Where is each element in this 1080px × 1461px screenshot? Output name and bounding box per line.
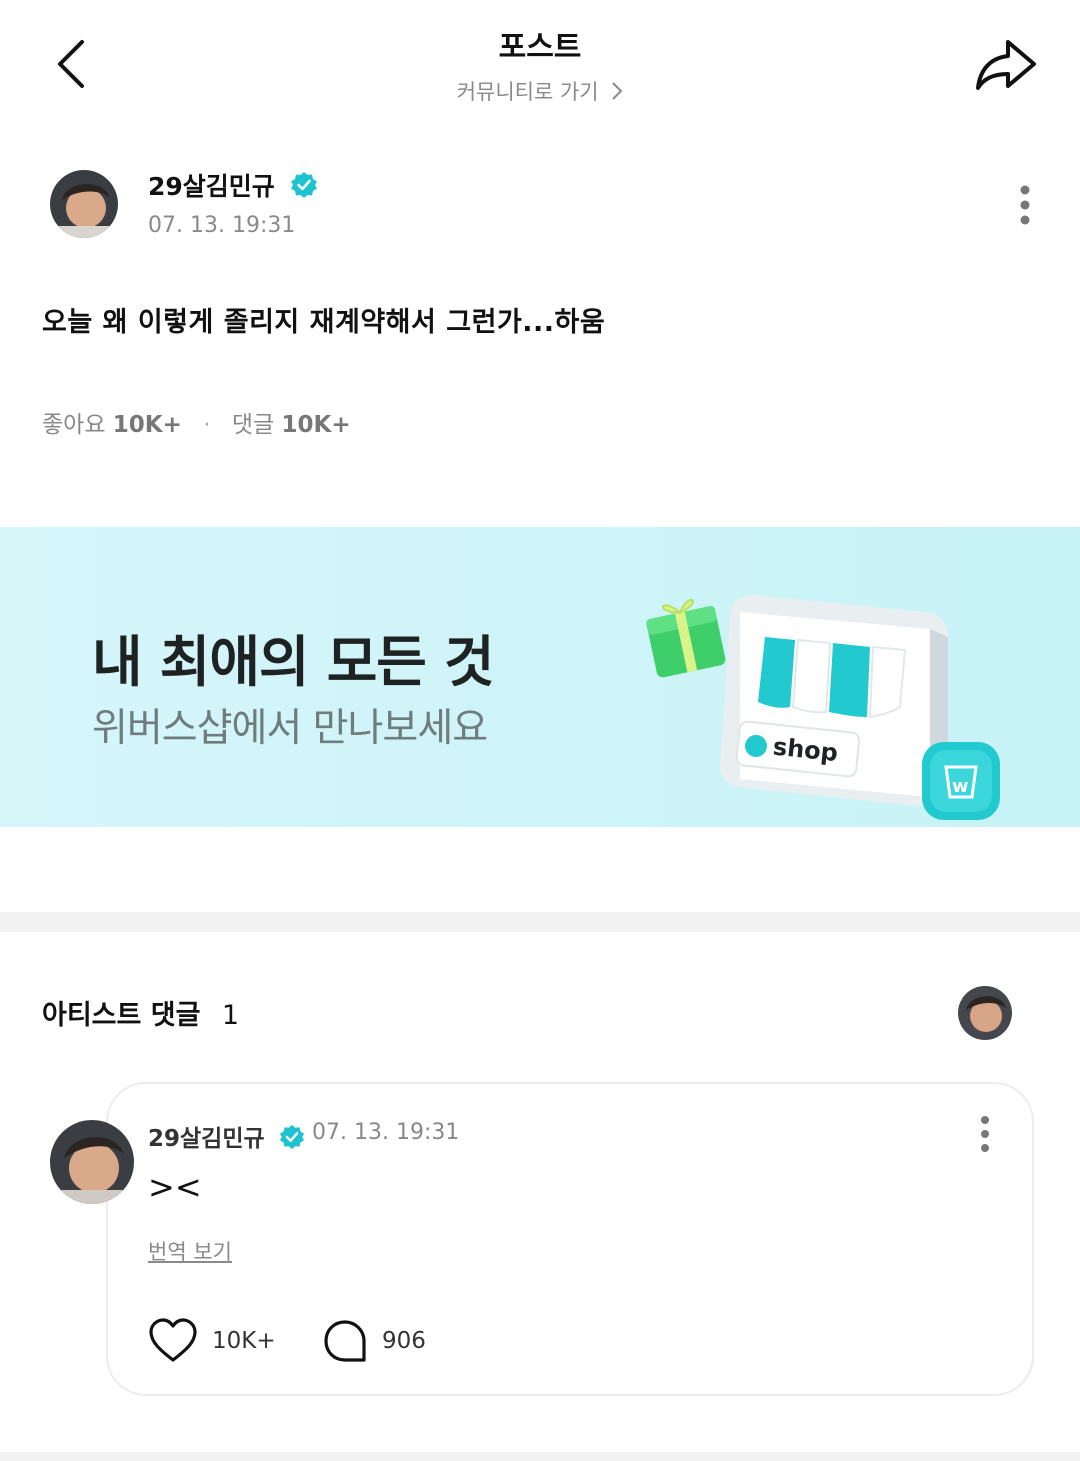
likes-label: 좋아요 [42,412,106,438]
comment-author[interactable]: 29살김민규 [148,1119,305,1156]
author-name-text: 29살김민규 [148,172,275,201]
share-button[interactable] [972,34,1042,94]
banner-subtitle: 위버스샵에서 만나보세요 [92,706,488,751]
more-vertical-icon [1020,185,1030,225]
section-divider [0,912,1080,932]
reply-button[interactable]: 906 [322,1316,426,1366]
shop-illustration: shop w [630,557,1030,827]
heart-icon [149,1318,197,1362]
post-timestamp: 07. 13. 19:31 [148,213,296,238]
gift-icon [646,598,726,678]
chevron-right-icon [611,81,623,106]
comment-avatar[interactable] [50,1120,134,1204]
post-body: 오늘 왜 이렇게 졸리지 재계약해서 그런가...하움 [42,307,606,338]
banner-title: 내 최애의 모든 것 [92,630,495,694]
comment-more-button[interactable] [970,1112,1000,1158]
post-stats: 좋아요 10K+ · 댓글 10K+ [42,405,351,439]
section-divider-bottom [0,1452,1080,1461]
artist-comments-heading: 아티스트 댓글 1 [42,993,239,1032]
shop-banner[interactable]: 내 최애의 모든 것 위버스샵에서 만나보세요 shop w [0,527,1080,827]
svg-text:w: w [952,776,969,797]
shopping-bag-icon: w [922,742,1000,820]
stats-separator: · [203,412,211,438]
comment-text: >< [148,1168,202,1206]
author-avatar[interactable] [50,170,118,238]
comments-label: 댓글 [231,412,275,438]
likes-count: 10K+ [112,412,182,438]
artist-comments-title: 아티스트 댓글 [42,1000,201,1031]
verified-badge-icon [290,171,318,205]
speech-bubble-icon [324,1320,366,1362]
reply-count: 906 [382,1328,426,1354]
share-icon [976,40,1036,90]
comments-count: 10K+ [281,412,351,438]
comment-timestamp: 07. 13. 19:31 [312,1120,460,1145]
artist-comments-count: 1 [221,1000,240,1031]
like-count: 10K+ [212,1328,276,1354]
community-link-label: 커뮤니티로 가기 [456,80,599,104]
community-link[interactable]: 커뮤니티로 가기 [0,76,1080,106]
more-vertical-icon [981,1116,989,1152]
comment-author-text: 29살김민규 [148,1126,265,1152]
post-more-button[interactable] [1008,180,1042,232]
verified-badge-icon [279,1124,305,1156]
artist-filter-avatar[interactable] [958,986,1012,1040]
author-name[interactable]: 29살김민규 [148,167,318,205]
translate-link[interactable]: 번역 보기 [148,1236,232,1266]
page-title: 포스트 [498,30,582,65]
like-button[interactable]: 10K+ [148,1316,276,1366]
